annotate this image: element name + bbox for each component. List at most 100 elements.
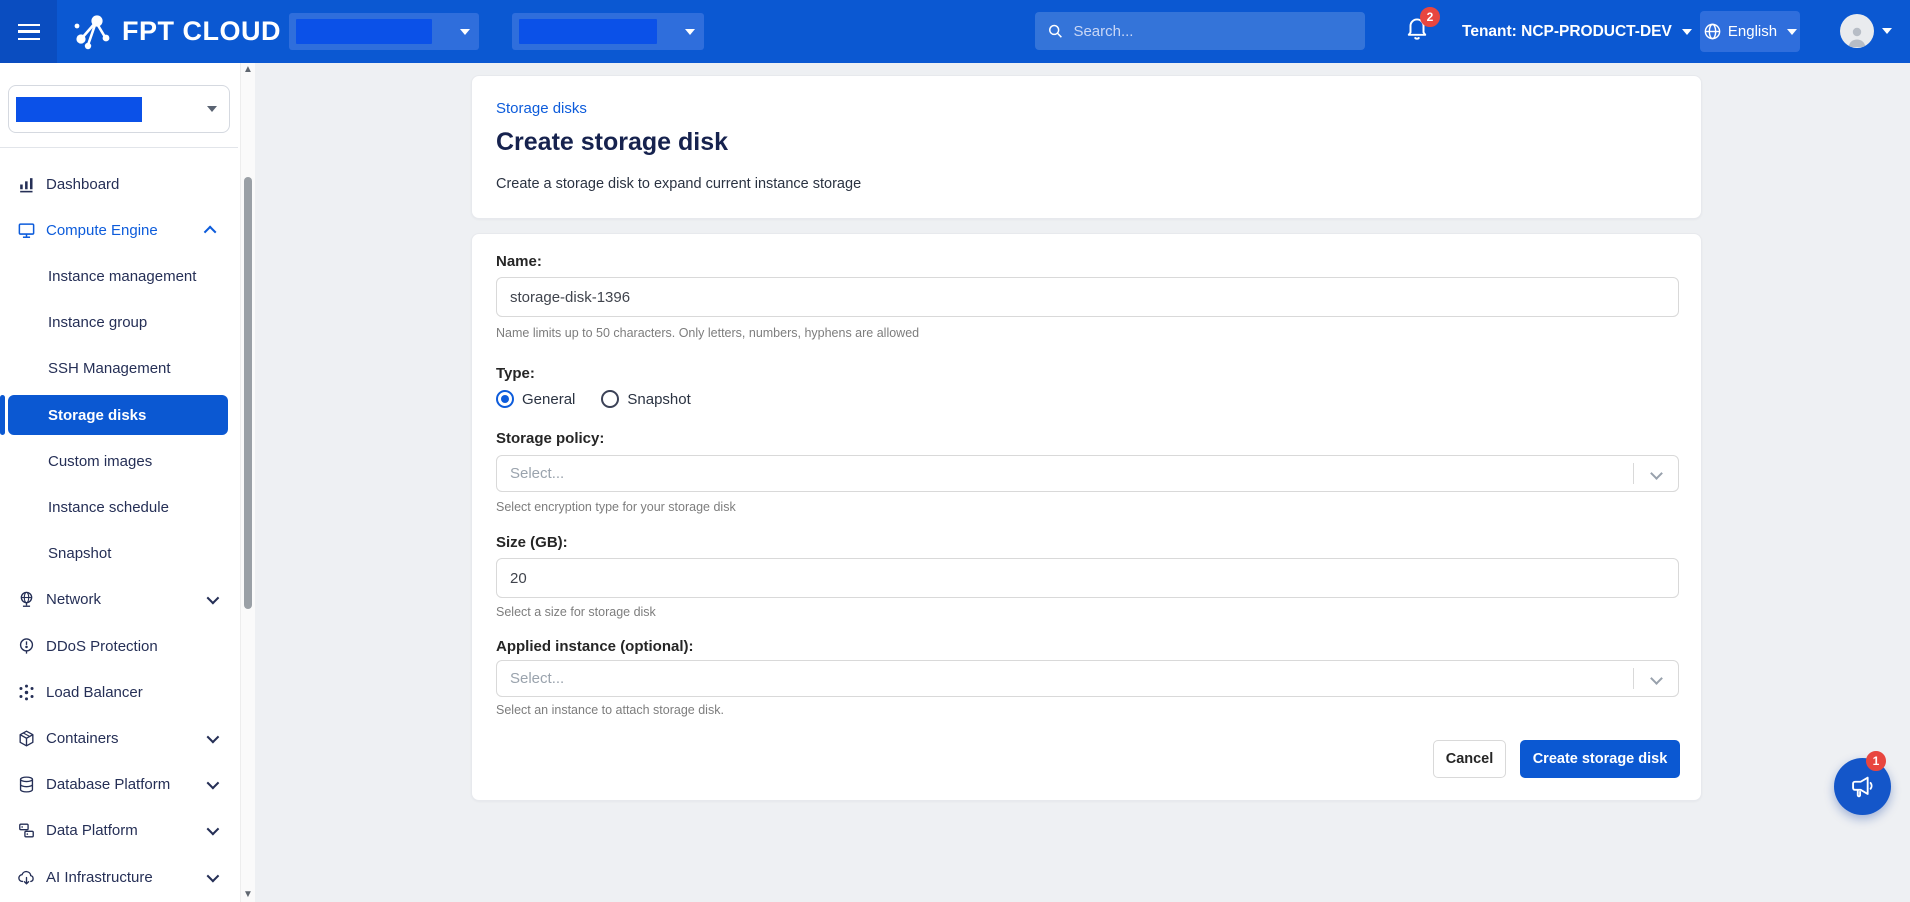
menu-icon[interactable] (0, 0, 57, 63)
chevron-down-icon (1650, 467, 1663, 480)
containers-icon (16, 728, 36, 748)
type-radio-snapshot[interactable]: Snapshot (601, 390, 690, 408)
scrollbar-thumb[interactable] (244, 177, 252, 609)
radio-icon (496, 390, 514, 408)
notification-badge: 2 (1420, 7, 1440, 27)
sidebar-item-storage-disks[interactable]: Storage disks (8, 395, 228, 435)
sidebar-item-instance-management[interactable]: Instance management (8, 256, 228, 296)
sidebar-item-containers[interactable]: Containers (8, 718, 228, 758)
type-radio-general[interactable]: General (496, 390, 575, 408)
sidebar-item-compute-engine[interactable]: Compute Engine (8, 210, 228, 250)
select-placeholder: Select... (510, 465, 564, 482)
chevron-down-icon[interactable] (1882, 28, 1892, 34)
sidebar-item-label: Storage disks (48, 407, 146, 424)
sidebar-item-dashboard[interactable]: Dashboard (8, 164, 228, 204)
sidebar-item-custom-images[interactable]: Custom images (8, 441, 228, 481)
applied-instance-label: Applied instance (optional): (496, 638, 694, 655)
storage-policy-helper: Select encryption type for your storage … (496, 500, 736, 514)
breadcrumb[interactable]: Storage disks (496, 100, 587, 117)
compute-engine-icon (16, 220, 36, 240)
project-selector-dropdown[interactable] (512, 13, 704, 50)
sidebar-item-label: Dashboard (46, 176, 119, 193)
search-icon (1047, 22, 1063, 40)
tenant-label: Tenant: NCP-PRODUCT-DEV (1462, 23, 1672, 41)
sidebar-item-label: Data Platform (46, 822, 138, 839)
chevron-down-icon (207, 777, 220, 790)
create-storage-disk-form: Name: Name limits up to 50 characters. O… (471, 233, 1702, 801)
announcements-badge: 1 (1866, 751, 1886, 771)
search-input[interactable] (1073, 23, 1353, 40)
applied-instance-helper: Select an instance to attach storage dis… (496, 703, 724, 717)
name-input[interactable] (496, 277, 1679, 317)
selected-item-accent (0, 395, 5, 435)
select-placeholder: Select... (510, 670, 564, 687)
sidebar-item-label: Load Balancer (46, 684, 143, 701)
brand-logo[interactable]: FPT CLOUD (72, 12, 281, 50)
chevron-down-icon (207, 592, 220, 605)
top-header: FPT CLOUD 2 Tenant: NCP-PRODUCT-DEV En (0, 0, 1910, 63)
sidebar: Dashboard Compute Engine Instance manageme… (0, 63, 255, 902)
sidebar-item-label: Containers (46, 730, 119, 747)
sidebar-item-ddos-protection[interactable]: DDoS Protection (8, 626, 228, 666)
chevron-down-icon (207, 731, 220, 744)
global-search (1035, 12, 1365, 50)
type-label: Type: (496, 365, 535, 382)
sidebar-item-network[interactable]: Network (8, 580, 228, 620)
sidebar-item-label: Instance management (48, 268, 196, 285)
create-storage-disk-button[interactable]: Create storage disk (1520, 740, 1680, 778)
sidebar-item-label: Network (46, 591, 101, 608)
language-label: English (1728, 23, 1777, 40)
sidebar-item-instance-schedule[interactable]: Instance schedule (8, 487, 228, 527)
fpt-molecule-icon (72, 12, 112, 50)
radio-label: General (522, 391, 575, 408)
chevron-down-icon (1682, 29, 1692, 35)
notifications-button[interactable]: 2 (1404, 14, 1440, 50)
sidebar-item-load-balancer[interactable]: Load Balancer (8, 672, 228, 712)
chevron-down-icon (207, 869, 220, 882)
sidebar-project-dropdown[interactable] (8, 85, 230, 133)
sidebar-item-label: Instance schedule (48, 499, 169, 516)
page-subtitle: Create a storage disk to expand current … (496, 176, 861, 192)
sidebar-scrollbar[interactable]: ▲ ▼ (240, 63, 255, 902)
scroll-up-icon[interactable]: ▲ (243, 65, 253, 75)
page-header-card: Storage disks Create storage disk Create… (471, 75, 1702, 219)
sidebar-item-database-platform[interactable]: Database Platform (8, 765, 228, 805)
size-helper: Select a size for storage disk (496, 605, 656, 619)
load-balancer-icon (16, 682, 36, 702)
sidebar-divider (0, 147, 238, 148)
select-divider (1633, 463, 1634, 484)
redacted-project-value (519, 19, 657, 44)
name-helper: Name limits up to 50 characters. Only le… (496, 326, 919, 340)
sidebar-item-ssh-management[interactable]: SSH Management (8, 349, 228, 389)
region-selector-dropdown[interactable] (289, 13, 479, 50)
sidebar-item-label: Instance group (48, 314, 147, 331)
ddos-protection-icon (16, 636, 36, 656)
storage-policy-select[interactable]: Select... (496, 455, 1679, 492)
scroll-down-icon[interactable]: ▼ (243, 890, 253, 900)
radio-icon (601, 390, 619, 408)
size-input[interactable] (496, 558, 1679, 598)
sidebar-item-ai-infrastructure[interactable]: AI Infrastructure (8, 857, 228, 897)
user-avatar[interactable] (1840, 14, 1874, 48)
cancel-button[interactable]: Cancel (1433, 740, 1506, 778)
sidebar-item-data-platform[interactable]: Data Platform (8, 811, 228, 851)
radio-label: Snapshot (627, 391, 690, 408)
chevron-down-icon (1650, 672, 1663, 685)
select-divider (1633, 668, 1634, 689)
name-label: Name: (496, 253, 542, 270)
chevron-down-icon (685, 29, 695, 35)
globe-icon (1703, 22, 1722, 41)
tenant-selector[interactable]: Tenant: NCP-PRODUCT-DEV (1462, 0, 1692, 63)
sidebar-item-snapshot[interactable]: Snapshot (8, 534, 228, 574)
language-selector[interactable]: English (1700, 11, 1800, 52)
storage-policy-label: Storage policy: (496, 430, 604, 447)
sidebar-item-instance-group[interactable]: Instance group (8, 303, 228, 343)
ai-infrastructure-icon (16, 867, 36, 887)
sidebar-item-label: Snapshot (48, 545, 111, 562)
dashboard-icon (16, 174, 36, 194)
sidebar-item-label: DDoS Protection (46, 638, 158, 655)
brand-title: FPT CLOUD (122, 16, 281, 47)
database-platform-icon (16, 775, 36, 795)
applied-instance-select[interactable]: Select... (496, 660, 1679, 697)
sidebar-item-label: Custom images (48, 453, 152, 470)
